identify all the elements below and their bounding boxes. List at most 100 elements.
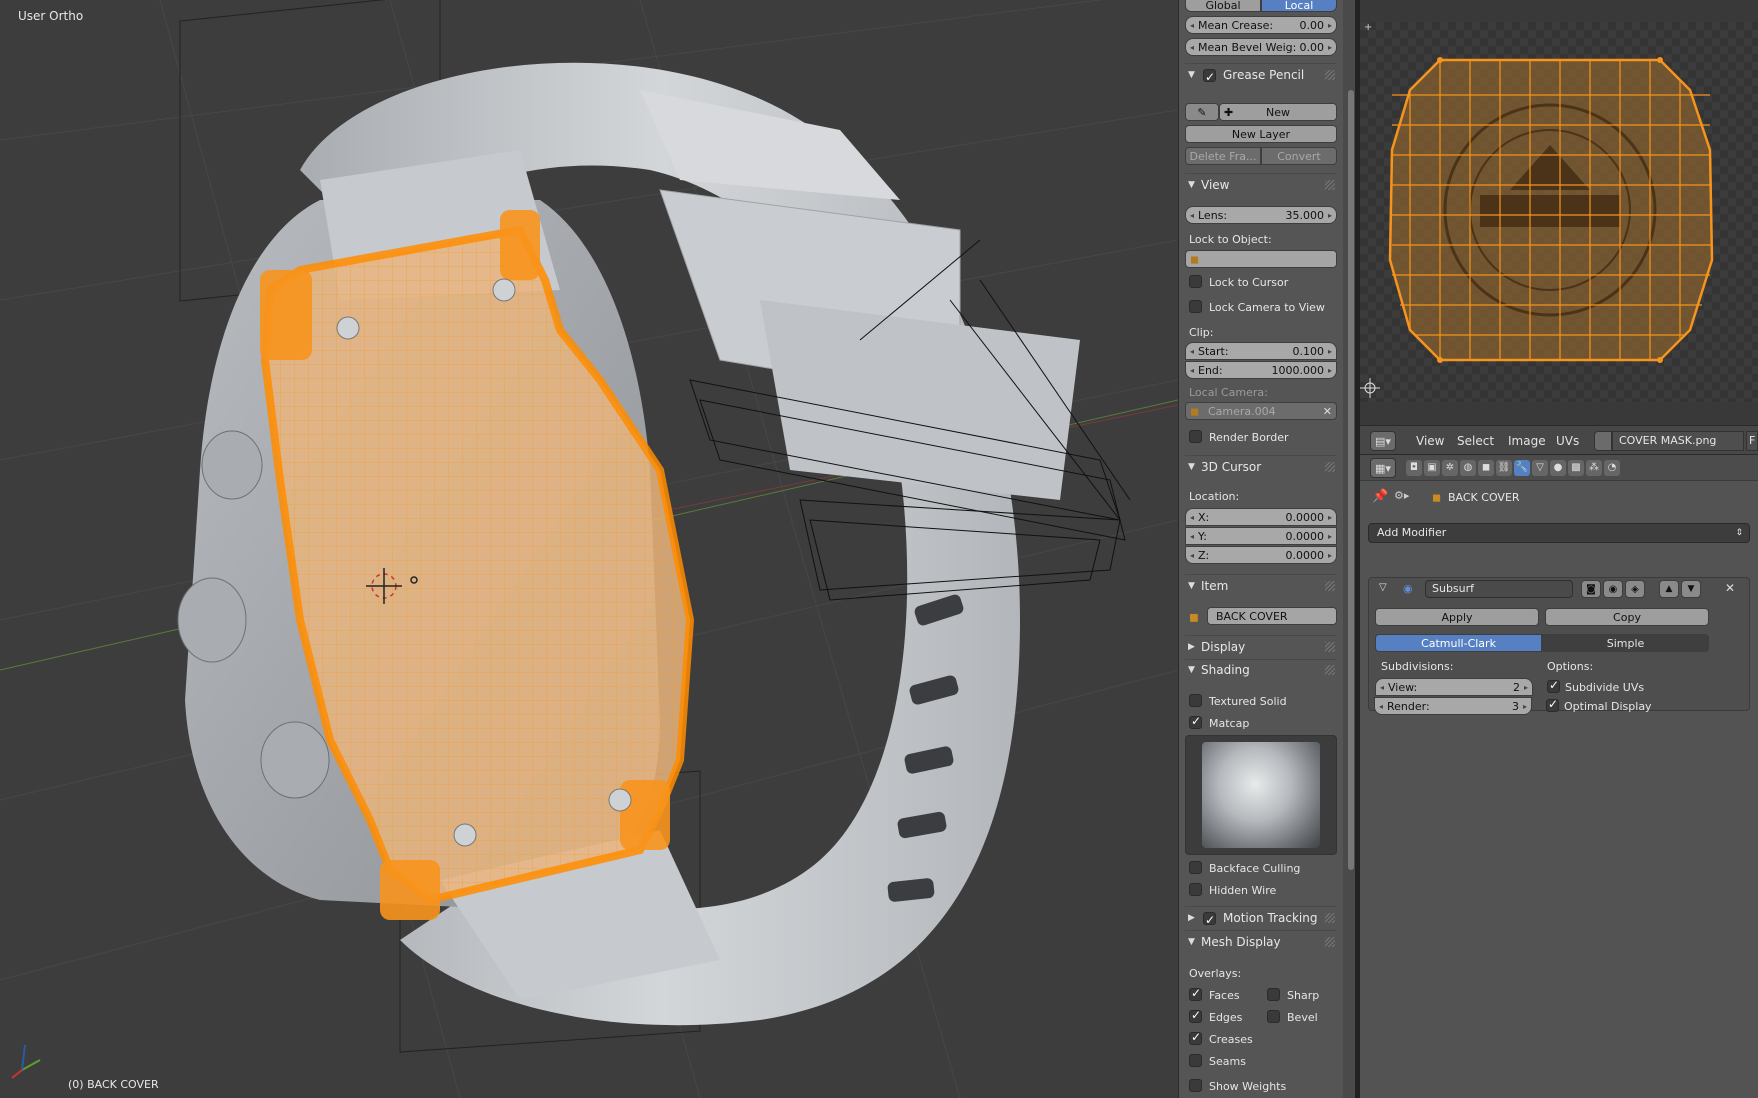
faces-checkbox[interactable] — [1189, 986, 1202, 1001]
camera-icon: ◼ — [1190, 405, 1200, 418]
subdivide-uvs-checkbox[interactable] — [1547, 678, 1560, 693]
render-toggle-icon[interactable]: ◙ — [1581, 580, 1601, 598]
clip-end-field[interactable]: ◂ End: 1000.000 ▸ — [1185, 361, 1337, 379]
show-weights-checkbox[interactable] — [1189, 1079, 1202, 1092]
image-editor-header: ▤▾ View Select Image UVs COVER MASK.png … — [1360, 425, 1758, 455]
textured-solid-checkbox[interactable] — [1189, 694, 1202, 707]
move-up-icon[interactable]: ▲ — [1659, 580, 1679, 598]
textured-solid-label: Textured Solid — [1209, 695, 1287, 708]
copy-button[interactable]: Copy — [1545, 608, 1709, 626]
delete-frame-button[interactable]: Delete Fra... — [1185, 147, 1261, 165]
modifiers-tab-icon[interactable]: 🔧 — [1514, 460, 1530, 476]
image-browse-icon[interactable] — [1594, 431, 1612, 451]
convert-button[interactable]: Convert — [1261, 147, 1337, 165]
constraints-tab-icon[interactable]: ⛓ — [1496, 460, 1512, 476]
bevel-checkbox[interactable] — [1267, 1010, 1280, 1023]
matcap-preview[interactable] — [1185, 735, 1337, 855]
item-panel-header[interactable]: ▼ Item — [1185, 576, 1337, 596]
properties-editor-type[interactable]: ▦▾ — [1370, 458, 1396, 478]
remove-modifier-icon[interactable]: ✕ — [1725, 581, 1735, 595]
pencil-icon[interactable]: ✎ — [1185, 103, 1219, 121]
item-name-field[interactable]: BACK COVER — [1207, 607, 1337, 625]
new-layer-button[interactable]: New Layer — [1185, 125, 1337, 143]
close-icon[interactable]: ✕ — [1323, 403, 1332, 419]
collapse-triangle-icon[interactable]: ▽ — [1379, 582, 1387, 593]
menu-image[interactable]: Image — [1508, 434, 1546, 448]
subsurf-modifier-icon: ◉ — [1403, 582, 1413, 595]
active-object-label: (0) BACK COVER — [68, 1078, 159, 1091]
cursor-x-field[interactable]: ◂ X: 0.0000 ▸ — [1185, 508, 1337, 526]
mesh-display-panel-header[interactable]: ▼ Mesh Display — [1185, 932, 1337, 952]
editor-type-selector[interactable]: ▤▾ — [1370, 431, 1396, 451]
clip-start-field[interactable]: ◂ Start: 0.100 ▸ — [1185, 342, 1337, 360]
view-panel-header[interactable]: ▼ View — [1185, 175, 1337, 195]
subdivision-render-field[interactable]: ◂ Render: 3 ▸ — [1374, 697, 1532, 715]
shading-panel-header[interactable]: ▼ Shading — [1185, 660, 1337, 680]
3d-viewport[interactable]: User Ortho (0) BACK COVER — [0, 0, 1178, 1098]
lens-field[interactable]: ◂ Lens: 35.000 ▸ — [1185, 206, 1337, 224]
editmode-toggle-icon[interactable]: ◈ — [1625, 580, 1645, 598]
motion-tracking-checkbox[interactable] — [1203, 910, 1216, 930]
creases-checkbox[interactable] — [1189, 1030, 1202, 1045]
seams-checkbox[interactable] — [1189, 1054, 1202, 1067]
add-modifier-dropdown[interactable]: Add Modifier ⇕ — [1368, 523, 1750, 543]
location-label: Location: — [1189, 490, 1240, 503]
subdivision-view-field[interactable]: ◂ View: 2 ▸ — [1375, 678, 1533, 696]
3d-cursor-panel-header[interactable]: ▼ 3D Cursor — [1185, 457, 1337, 477]
simple-toggle[interactable]: Simple — [1542, 634, 1709, 652]
properties-shelf: Global Local ◂ Mean Crease: 0.00 ▸ ◂ Mean Be… — [1178, 0, 1343, 1098]
image-name-field[interactable]: COVER MASK.png — [1612, 431, 1744, 451]
motion-tracking-panel-header[interactable]: ▶ Motion Tracking — [1185, 908, 1337, 930]
cursor-x-label: X: — [1198, 511, 1210, 524]
sharp-checkbox[interactable] — [1267, 988, 1280, 1001]
cursor-y-label: Y: — [1198, 530, 1207, 543]
matcap-sphere — [1202, 742, 1320, 848]
render-tab-icon[interactable]: ◘ — [1406, 460, 1422, 476]
object-tab-icon[interactable]: ◼ — [1478, 460, 1494, 476]
hidden-wire-checkbox[interactable] — [1189, 883, 1202, 896]
clip-label: Clip: — [1189, 326, 1214, 339]
backface-culling-checkbox[interactable] — [1189, 861, 1202, 874]
render-layers-tab-icon[interactable]: ▣ — [1424, 460, 1440, 476]
lock-to-cursor-checkbox[interactable] — [1189, 275, 1202, 288]
render-border-checkbox[interactable] — [1189, 430, 1202, 443]
lock-camera-checkbox[interactable] — [1189, 300, 1202, 313]
modifier-name-field[interactable]: Subsurf — [1425, 580, 1573, 598]
menu-select[interactable]: Select — [1457, 434, 1494, 448]
pin-icon[interactable]: 📌 — [1372, 489, 1388, 504]
cursor-z-field[interactable]: ◂ Z: 0.0000 ▸ — [1185, 546, 1337, 564]
move-down-icon[interactable]: ▼ — [1681, 580, 1701, 598]
tab-local[interactable]: Local — [1261, 0, 1337, 12]
display-panel-header[interactable]: ▶ Display — [1185, 637, 1337, 657]
texture-tab-icon[interactable]: ▩ — [1568, 460, 1584, 476]
grease-pencil-panel-header[interactable]: ▼ Grease Pencil — [1185, 65, 1337, 87]
seams-label: Seams — [1209, 1055, 1246, 1068]
optimal-display-checkbox[interactable] — [1546, 697, 1559, 712]
physics-tab-icon[interactable]: ◔ — [1604, 460, 1620, 476]
catmull-clark-toggle[interactable]: Catmull-Clark — [1375, 634, 1542, 652]
material-tab-icon[interactable]: ● — [1550, 460, 1566, 476]
menu-uvs[interactable]: UVs — [1556, 434, 1579, 448]
view-levels-label: View: — [1388, 681, 1418, 694]
mean-bevel-weight-field[interactable]: ◂ Mean Bevel Weig: 0.00 ▸ — [1185, 38, 1337, 56]
apply-button[interactable]: Apply — [1375, 608, 1539, 626]
scene-tab-icon[interactable]: ✲ — [1442, 460, 1458, 476]
lock-object-field[interactable]: ◼ — [1185, 250, 1337, 268]
fake-user-button[interactable]: F — [1746, 431, 1758, 451]
matcap-checkbox[interactable] — [1189, 714, 1202, 729]
particles-tab-icon[interactable]: ⁂ — [1586, 460, 1602, 476]
cursor-y-field[interactable]: ◂ Y: 0.0000 ▸ — [1185, 527, 1337, 545]
edges-checkbox[interactable] — [1189, 1008, 1202, 1023]
view-levels-value: 2 — [1513, 681, 1520, 694]
uv-image-editor[interactable]: + — [1360, 0, 1758, 425]
grease-pencil-checkbox[interactable] — [1203, 67, 1216, 87]
world-tab-icon[interactable]: ◍ — [1460, 460, 1476, 476]
tab-global[interactable]: Global — [1185, 0, 1261, 12]
cursor-y-value: 0.0000 — [1285, 530, 1325, 543]
menu-view[interactable]: View — [1416, 434, 1444, 448]
viewport-visibility-icon[interactable]: ◉ — [1603, 580, 1623, 598]
new-grease-pencil-button[interactable]: ✚ New — [1219, 103, 1337, 121]
local-camera-field[interactable]: ◼ Camera.004 ✕ — [1185, 402, 1337, 420]
data-tab-icon[interactable]: ▽ — [1532, 460, 1548, 476]
mean-crease-field[interactable]: ◂ Mean Crease: 0.00 ▸ — [1185, 16, 1337, 34]
